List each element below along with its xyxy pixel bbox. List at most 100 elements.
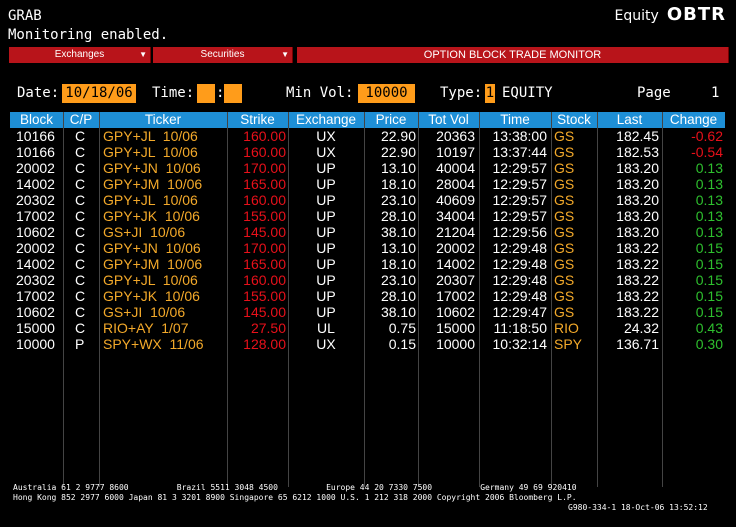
cell-ticker: GPY+JL 10/06 — [103, 272, 198, 288]
column-header-exchange[interactable]: Exchange — [288, 112, 364, 128]
cell-ticker: GPY+JN 10/06 — [103, 240, 201, 256]
time-hour-field[interactable] — [197, 84, 215, 103]
cell-strike: 145.00 — [243, 224, 286, 240]
cell-last: 183.22 — [616, 272, 659, 288]
cell-ticker: GS+JI 10/06 — [103, 224, 186, 240]
cell-change: 0.15 — [695, 256, 723, 272]
cell-exchange: UL — [317, 320, 335, 336]
market-sector: Equity — [614, 8, 659, 24]
column-header-change[interactable]: Change — [662, 112, 725, 128]
page-label: Page — [637, 85, 671, 101]
cell-tot-vol: 40609 — [436, 192, 475, 208]
cell-stock: GS — [554, 144, 575, 160]
column-header-ticker[interactable]: Ticker — [99, 112, 227, 128]
cell-time: 12:29:57 — [492, 160, 548, 176]
cell-stock: GS — [554, 304, 575, 320]
cell-ticker: GPY+JM 10/06 — [103, 256, 203, 272]
cell-exchange: UX — [316, 128, 336, 144]
cell-block: 20302 — [16, 272, 55, 288]
min-vol-field[interactable]: 10000 — [358, 84, 415, 103]
cell-change: 0.15 — [695, 288, 723, 304]
cell-ticker: GPY+JL 10/06 — [103, 192, 198, 208]
cell-tot-vol: 34004 — [436, 208, 475, 224]
min-vol-label: Min Vol: — [286, 85, 354, 101]
cell-strike: 160.00 — [243, 192, 286, 208]
date-field[interactable]: 10/18/06 — [62, 84, 136, 103]
column-header-time[interactable]: Time — [479, 112, 551, 128]
cell-strike: 155.00 — [243, 208, 286, 224]
cell-tot-vol: 17002 — [436, 288, 475, 304]
cell-tot-vol: 10000 — [436, 336, 475, 352]
cell-price: 18.10 — [380, 176, 416, 192]
cell-ticker: GPY+JK 10/06 — [103, 288, 200, 304]
cell-time: 12:29:57 — [492, 192, 548, 208]
column-header-strike[interactable]: Strike — [227, 112, 288, 128]
cell-last: 183.20 — [616, 176, 659, 192]
cell-block: 17002 — [16, 208, 55, 224]
cell-time: 12:29:48 — [492, 272, 548, 288]
cell-cp: C — [75, 288, 86, 304]
securities-dropdown[interactable]: Securities ▼ — [153, 47, 293, 63]
cell-cp: C — [75, 320, 86, 336]
cell-strike: 160.00 — [243, 144, 286, 160]
cell-price: 38.10 — [380, 224, 416, 240]
type-field[interactable]: 1 — [485, 84, 495, 103]
column-header-last[interactable]: Last — [597, 112, 662, 128]
cell-last: 183.20 — [616, 224, 659, 240]
cell-strike: 160.00 — [243, 272, 286, 288]
cell-change: 0.30 — [695, 336, 723, 352]
time-label: Time: — [152, 85, 195, 101]
cell-cp: C — [75, 304, 86, 320]
cell-block: 20002 — [16, 240, 55, 256]
column-header-price[interactable]: Price — [364, 112, 418, 128]
cell-time: 12:29:56 — [492, 224, 548, 240]
cell-exchange: UP — [316, 272, 336, 288]
cell-change: 0.13 — [695, 224, 723, 240]
monitoring-status: Monitoring enabled. — [8, 27, 169, 43]
cell-cp: C — [75, 192, 86, 208]
monitor-title-bar: OPTION BLOCK TRADE MONITOR — [297, 47, 729, 63]
cell-cp: C — [75, 240, 86, 256]
cell-stock: SPY — [554, 336, 583, 352]
cell-exchange: UP — [316, 304, 336, 320]
cell-price: 23.10 — [380, 192, 416, 208]
cell-last: 136.71 — [616, 336, 659, 352]
cell-block: 10000 — [16, 336, 55, 352]
cell-stock: RIO — [554, 320, 579, 336]
cell-block: 20002 — [16, 160, 55, 176]
cell-change: 0.43 — [695, 320, 723, 336]
cell-cp: C — [75, 176, 86, 192]
cell-ticker: GPY+JK 10/06 — [103, 208, 200, 224]
chevron-down-icon: ▼ — [281, 50, 289, 59]
cell-stock: GS — [554, 208, 575, 224]
time-minute-field[interactable] — [224, 84, 242, 103]
cell-block: 10166 — [16, 128, 55, 144]
cell-cp: C — [75, 144, 86, 160]
cell-price: 28.10 — [380, 288, 416, 304]
cell-change: 0.15 — [695, 272, 723, 288]
cell-ticker: GPY+JL 10/06 — [103, 128, 198, 144]
cell-stock: GS — [554, 272, 575, 288]
cell-cp: C — [75, 224, 86, 240]
cell-tot-vol: 10197 — [436, 144, 475, 160]
exchanges-dropdown[interactable]: Exchanges ▼ — [9, 47, 151, 63]
cell-strike: 170.00 — [243, 160, 286, 176]
cell-last: 183.20 — [616, 192, 659, 208]
cell-stock: GS — [554, 128, 575, 144]
column-header-tot-vol[interactable]: Tot Vol — [418, 112, 479, 128]
type-text: EQUITY — [502, 85, 553, 101]
column-header-block[interactable]: Block — [10, 112, 63, 128]
type-label: Type: — [440, 85, 483, 101]
column-header-cp[interactable]: C/P — [63, 112, 99, 128]
cell-strike: 27.50 — [250, 320, 286, 336]
chevron-down-icon: ▼ — [139, 50, 147, 59]
cell-block: 10602 — [16, 304, 55, 320]
cell-last: 183.22 — [616, 256, 659, 272]
cell-exchange: UP — [316, 160, 336, 176]
cell-time: 12:29:48 — [492, 256, 548, 272]
cell-price: 22.90 — [380, 128, 416, 144]
cell-last: 182.53 — [616, 144, 659, 160]
column-header-stock[interactable]: Stock — [551, 112, 597, 128]
cell-tot-vol: 14002 — [436, 256, 475, 272]
cell-tot-vol: 10602 — [436, 304, 475, 320]
